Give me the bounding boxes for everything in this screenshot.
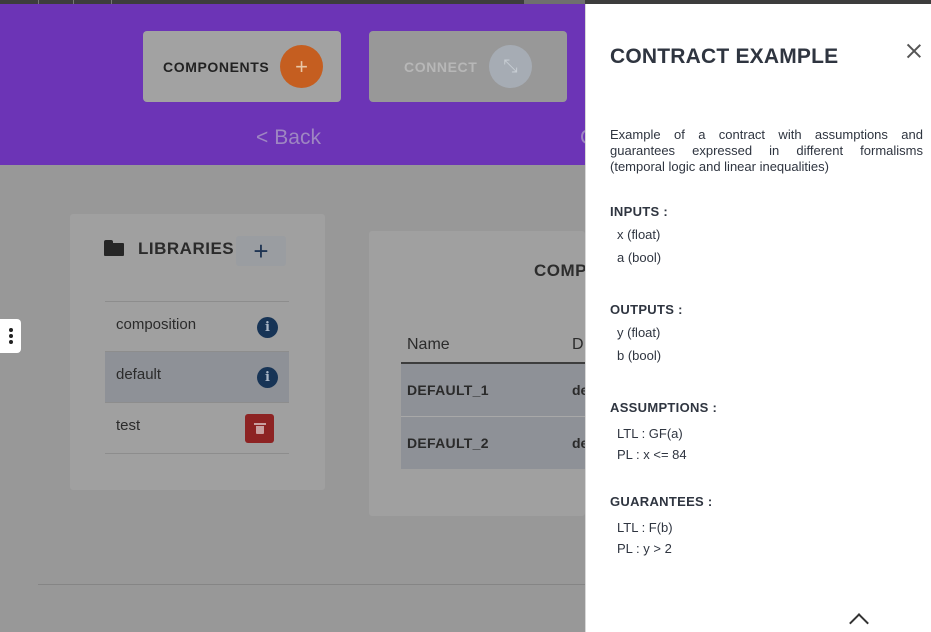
components-label: COMPONENTS [163,59,270,75]
info-icon[interactable]: i [257,317,278,338]
output-item: b (bool) [617,348,662,363]
chevron-up-icon[interactable] [849,613,869,632]
table-row[interactable]: DEFAULT_1 de [401,364,588,416]
input-item: x (float) [617,227,661,242]
components-title: COMP [534,261,587,280]
row-name: DEFAULT_2 [407,435,489,451]
delete-library-button[interactable] [245,414,274,443]
assumptions-heading: ASSUMPTIONS : [610,400,718,415]
components-card: COMP Name D DEFAULT_1 de DEFAULT_2 de [369,231,588,516]
library-item-label: default [116,366,162,383]
components-button[interactable]: COMPONENTS + [143,31,341,102]
input-item: a (bool) [617,250,662,265]
folder-icon [104,240,124,256]
connect-label: CONNECT [404,59,478,75]
info-icon[interactable]: i [257,367,278,388]
inputs-heading: INPUTS : [610,204,669,219]
add-library-button[interactable]: + [236,236,286,266]
assumption-item: LTL : GF(a) [617,426,683,441]
chevron-left-icon: < [256,126,269,149]
library-item-default[interactable]: default i [105,351,289,402]
footer-divider [38,584,585,585]
output-item: y (float) [617,325,661,340]
back-link[interactable]: < Back [256,126,321,150]
guarantee-item: LTL : F(b) [617,520,673,535]
libraries-title: LIBRARIES [138,239,235,258]
side-menu-handle[interactable] [0,319,21,353]
panel-title: CONTRACT EXAMPLE [610,45,839,68]
more-vertical-icon [8,328,13,344]
list-divider [105,453,289,454]
libraries-card: LIBRARIES + composition i default i test [70,214,325,490]
contract-detail-panel: CONTRACT EXAMPLE Example of a contract w… [585,4,931,632]
row-name: DEFAULT_1 [407,382,489,398]
guarantee-item: PL : y > 2 [617,541,672,556]
connect-button[interactable]: CONNECT ⤡ [369,31,567,102]
back-label: Back [274,126,321,149]
close-icon[interactable] [904,41,924,61]
guarantees-heading: GUARANTEES : [610,494,713,509]
library-item-composition[interactable]: composition i [105,301,289,352]
column-header-name[interactable]: Name [407,336,450,354]
assumption-item: PL : x <= 84 [617,447,687,462]
library-item-label: composition [116,316,197,333]
outputs-heading: OUTPUTS : [610,302,683,317]
trash-icon [253,423,266,434]
library-item-test[interactable]: test [105,402,289,453]
table-row[interactable]: DEFAULT_2 de [401,417,588,469]
column-header-description[interactable]: D [572,336,584,354]
connect-icon: ⤡ [489,45,532,88]
library-item-label: test [116,417,141,434]
contract-description: Example of a contract with assumptions a… [610,127,923,174]
plus-icon: + [280,45,323,88]
